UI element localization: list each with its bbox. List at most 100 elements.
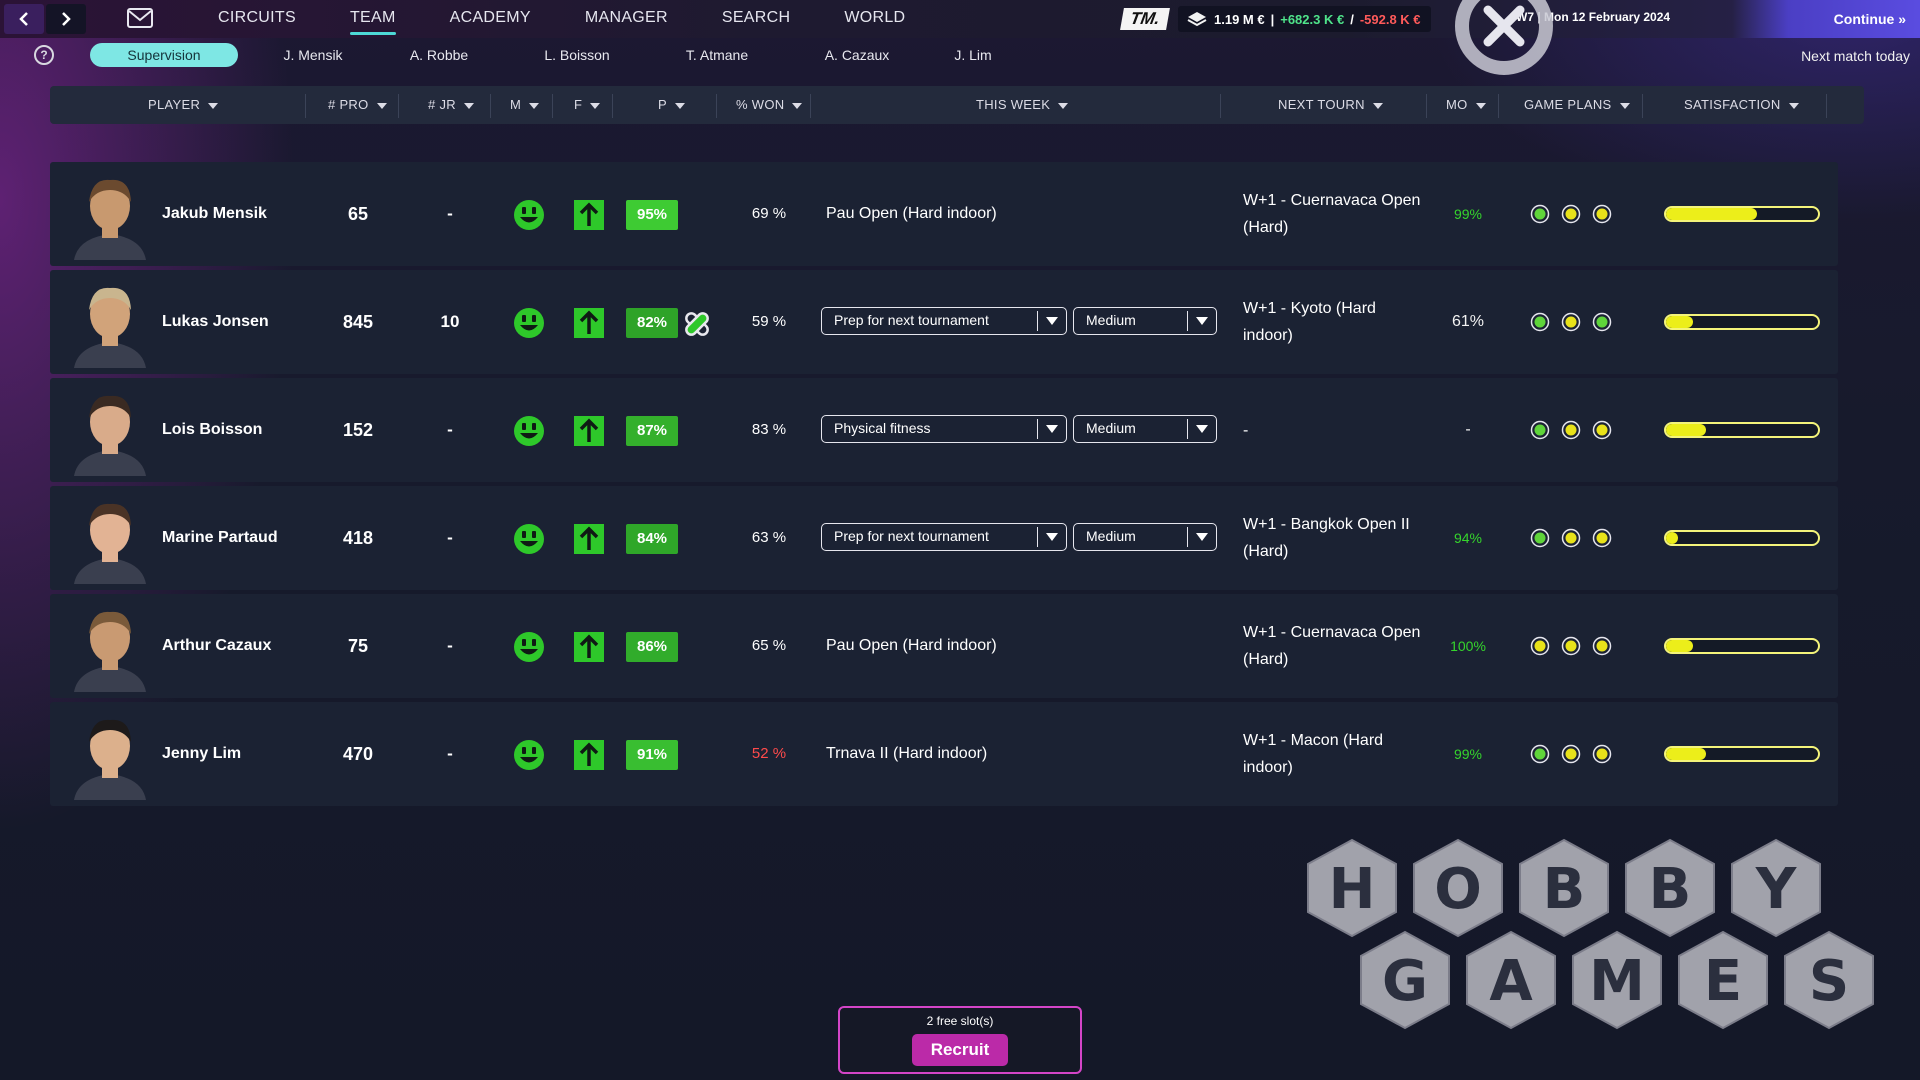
forward-button[interactable] [46,4,86,34]
help-icon[interactable]: ? [34,45,54,65]
mail-icon[interactable] [126,7,154,29]
chevron-left-icon [19,12,28,26]
game-plan-yellow-dot-icon[interactable] [1561,528,1581,548]
chevron-down-icon [1037,419,1066,439]
header-mo[interactable]: MO [1446,86,1486,124]
nav-circuits[interactable]: CIRCUITS [218,0,296,38]
morale-smiley-icon [514,200,544,230]
motivation-percent: 99% [1453,746,1483,762]
finance-summary[interactable]: 1.19 M € | +682.3 K € / -592.8 K € [1178,6,1431,32]
game-plan-yellow-dot-icon[interactable] [1592,528,1612,548]
game-plan-green-dot-icon[interactable] [1530,312,1550,332]
training-program-select[interactable]: Prep for next tournament [821,523,1067,551]
table-row[interactable]: Jenny Lim 470 - 91% 52 % Trnava II (Hard indo… [50,702,1838,806]
header-player[interactable]: PLAYER [148,86,218,124]
player-name[interactable]: Arthur Cazaux [162,594,271,698]
tab-a-cazaux[interactable]: A. Cazaux [812,43,902,67]
player-name[interactable]: Jakub Mensik [162,162,267,266]
header-divider [398,94,399,118]
next-tournament[interactable]: W+1 - Cuernavaca Open (Hard) [1243,594,1429,698]
intensity-select[interactable]: Medium [1073,523,1217,551]
back-button[interactable] [4,4,44,34]
game-plan-yellow-dot-icon[interactable] [1592,744,1612,764]
tab-j-lim[interactable]: J. Lim [938,43,1008,67]
header-game-plans[interactable]: GAME PLANS [1524,86,1630,124]
table-row[interactable]: Lukas Jonsen 845 10 82% 59 % Prep for next to… [50,270,1838,374]
game-plan-green-dot-icon[interactable] [1592,312,1612,332]
next-tournament-text: W+1 - Cuernavaca Open (Hard) [1243,192,1421,236]
training-program-select[interactable]: Prep for next tournament [821,307,1067,335]
game-plan-yellow-dot-icon[interactable] [1592,636,1612,656]
satisfaction-bar [1664,422,1820,438]
header-divider [1826,94,1827,118]
intensity-value: Medium [1086,528,1136,544]
tab-a-robbe[interactable]: A. Robbe [394,43,484,67]
player-avatar[interactable] [64,600,156,692]
tab-supervision[interactable]: Supervision [90,43,238,67]
player-avatar[interactable] [64,492,156,584]
table-row[interactable]: Marine Partaud 418 - 84% 63 % Prep for next t… [50,486,1838,590]
table-row[interactable]: Arthur Cazaux 75 - 86% 65 % Pau Open (Hard in… [50,594,1838,698]
header-this-week[interactable]: THIS WEEK [976,86,1068,124]
game-plan-yellow-dot-icon[interactable] [1561,420,1581,440]
game-plan-green-dot-icon[interactable] [1530,204,1550,224]
tab-t-atmane[interactable]: T. Atmane [672,43,762,67]
game-plan-green-dot-icon[interactable] [1530,528,1550,548]
intensity-select[interactable]: Medium [1073,307,1217,335]
nav-academy[interactable]: ACADEMY [450,0,531,38]
game-plan-yellow-dot-icon[interactable] [1561,744,1581,764]
game-plan-yellow-dot-icon[interactable] [1561,312,1581,332]
header-p[interactable]: P [658,86,685,124]
header-jr[interactable]: # JR [428,86,474,124]
expense: -592.8 K € [1359,11,1421,27]
nav-team[interactable]: TEAM [349,0,396,38]
next-tournament[interactable]: W+1 - Cuernavaca Open (Hard) [1243,162,1429,266]
close-icon[interactable] [1452,0,1556,76]
table-row[interactable]: Lois Boisson 152 - 87% 83 % Physical fitness M… [50,378,1838,482]
player-avatar[interactable] [64,384,156,476]
nav-manager[interactable]: MANAGER [585,0,668,38]
game-plan-yellow-dot-icon[interactable] [1561,636,1581,656]
player-avatar[interactable] [64,168,156,260]
physical-percent: 95% [626,200,678,230]
next-tournament[interactable]: W+1 - Bangkok Open II (Hard) [1243,486,1429,590]
chevron-down-icon [1037,527,1066,547]
nav-world[interactable]: WORLD [844,0,905,38]
next-tournament[interactable]: W+1 - Macon (Hard indoor) [1243,702,1429,806]
nav-search[interactable]: SEARCH [722,0,790,38]
header-form[interactable]: F [574,86,600,124]
header-morale[interactable]: M [510,86,539,124]
tab-l-boisson[interactable]: L. Boisson [532,43,622,67]
training-program-select[interactable]: Physical fitness [821,415,1067,443]
form-up-arrow-icon [574,632,604,662]
player-name[interactable]: Marine Partaud [162,486,278,590]
header-next-tourn[interactable]: NEXT TOURN [1278,86,1383,124]
continue-button[interactable]: Continue » [1732,0,1920,38]
player-name[interactable]: Jenny Lim [162,702,241,806]
pro-rank: 470 [342,744,374,764]
player-avatar[interactable] [64,276,156,368]
game-plan-yellow-dot-icon[interactable] [1561,204,1581,224]
injury-bandage-icon[interactable] [682,309,712,339]
game-plan-yellow-dot-icon[interactable] [1592,204,1612,224]
game-plan-green-dot-icon[interactable] [1530,744,1550,764]
header-satisfaction[interactable]: SATISFACTION [1684,86,1799,124]
player-avatar[interactable] [64,708,156,800]
recruit-button[interactable]: Recruit [912,1034,1008,1066]
chevron-down-icon [1187,527,1216,547]
header-divider [810,94,811,118]
game-plan-green-dot-icon[interactable] [1530,420,1550,440]
game-plan-yellow-dot-icon[interactable] [1592,420,1612,440]
player-name[interactable]: Lukas Jonsen [162,270,269,374]
tab-j-mensik[interactable]: J. Mensik [268,43,358,67]
intensity-select[interactable]: Medium [1073,415,1217,443]
next-tournament[interactable]: - [1243,378,1429,482]
game-plan-yellow-dot-icon[interactable] [1530,636,1550,656]
header-won[interactable]: % WON [736,86,802,124]
top-bar: CIRCUITS TEAM ACADEMY MANAGER SEARCH WOR… [0,0,1920,38]
player-name[interactable]: Lois Boisson [162,378,262,482]
next-tournament[interactable]: W+1 - Kyoto (Hard indoor) [1243,270,1429,374]
table-row[interactable]: Jakub Mensik 65 - 95% 69 % Pau Open (Hard ind… [50,162,1838,266]
win-percent: 59 % [751,313,787,330]
header-pro[interactable]: # PRO [328,86,387,124]
